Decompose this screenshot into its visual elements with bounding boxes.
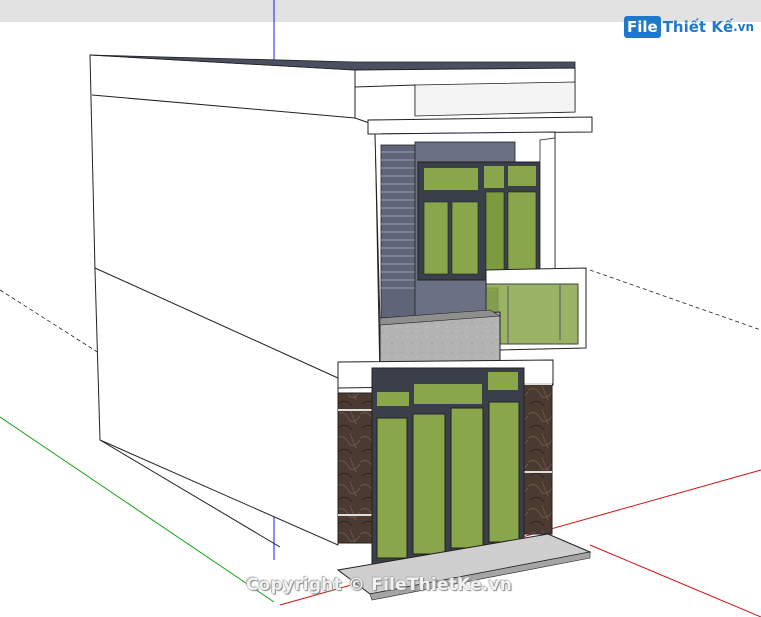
upper-right-wall: [539, 137, 556, 277]
ground-transom-1: [377, 392, 409, 406]
logo-badge: File: [624, 16, 661, 38]
upper-window-transom-2: [484, 166, 504, 188]
marble-column-right: [521, 383, 553, 535]
ground-transom-3: [488, 372, 518, 390]
axis-dashed-right: [589, 269, 761, 331]
ground-transom-2: [414, 384, 482, 404]
ground-door-leaf-4: [488, 401, 520, 543]
marble-column-left: [337, 392, 373, 544]
louver-panel: [380, 144, 416, 326]
ground-door-leaf-1: [376, 417, 408, 559]
upper-window-transom-1: [424, 168, 478, 190]
copyright-watermark: Copyright © FileThietKe.vn: [246, 575, 513, 595]
axis-red-dashed: [589, 544, 761, 617]
upper-window-transom-3: [508, 166, 536, 186]
axis-green-dashed: [0, 289, 111, 361]
logo-text: Thiết Kế: [662, 18, 734, 36]
3d-scene[interactable]: [0, 0, 761, 617]
ground-door-leaf-2: [412, 413, 446, 555]
second-floor-slab: [367, 116, 593, 135]
site-logo: File Thiết Kế .vn: [624, 14, 754, 40]
roof-inset: [414, 81, 576, 117]
upper-window-pane-1: [423, 201, 449, 275]
ground-door-leaf-3: [450, 407, 484, 549]
building-side-wall: [89, 54, 381, 546]
logo-suffix: .vn: [733, 20, 755, 34]
sketchup-viewport[interactable]: File Thiết Kế .vn Copyright © FileThietK…: [0, 0, 761, 617]
upper-window-pane-2: [451, 201, 479, 275]
